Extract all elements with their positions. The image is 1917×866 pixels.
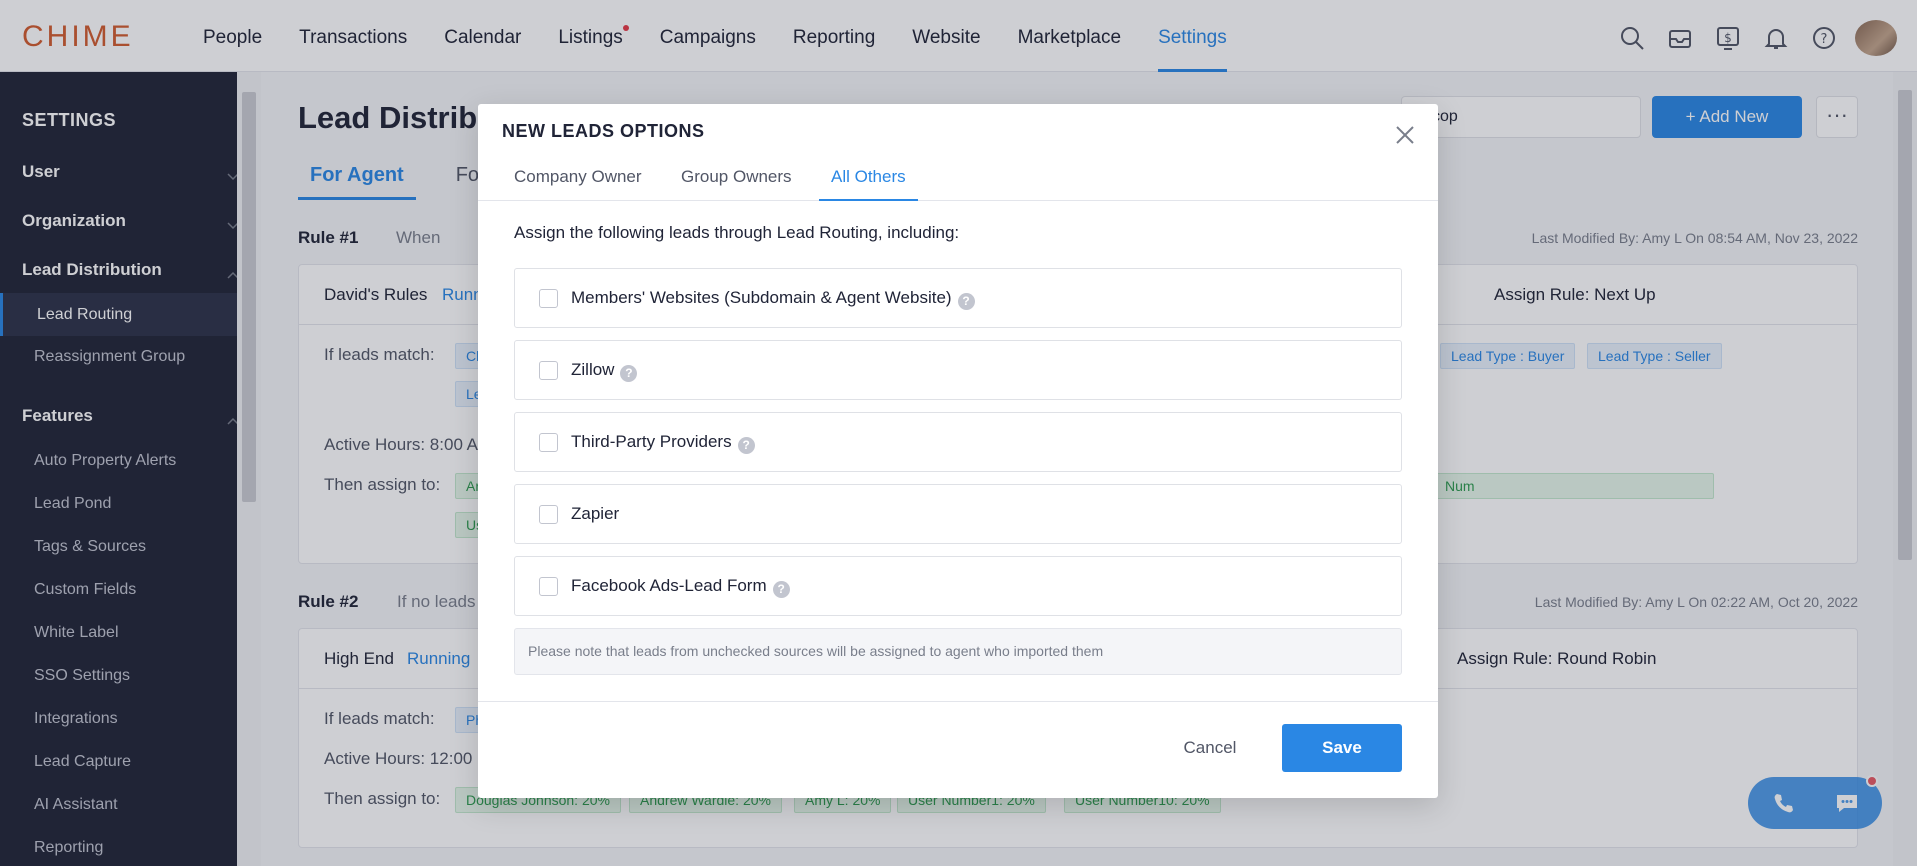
option-members-websites[interactable]: Members' Websites (Subdomain & Agent Web… [514,268,1402,328]
members-websites-checkbox[interactable] [539,289,558,308]
modal-tabs: Company Owner Group Owners All Others [478,159,1438,201]
option-third-party-providers[interactable]: Third-Party Providers? [514,412,1402,472]
option-zapier[interactable]: Zapier [514,484,1402,544]
tab-group-owners[interactable]: Group Owners [681,167,792,199]
save-button[interactable]: Save [1282,724,1402,772]
new-leads-options-modal: NEW LEADS OPTIONS Company Owner Group Ow… [478,104,1438,798]
help-icon[interactable]: ? [620,365,638,382]
option-zillow[interactable]: Zillow? [514,340,1402,400]
zapier-checkbox[interactable] [539,505,558,524]
facebook-ads-checkbox[interactable] [539,577,558,596]
option-label: Third-Party Providers? [571,432,755,454]
cancel-button[interactable]: Cancel [1168,724,1252,772]
zillow-checkbox[interactable] [539,361,558,380]
option-label: Facebook Ads-Lead Form? [571,576,790,598]
modal-footer-divider [478,701,1438,702]
help-icon[interactable]: ? [737,437,755,454]
option-label: Members' Websites (Subdomain & Agent Web… [571,288,975,310]
tab-company-owner[interactable]: Company Owner [514,167,642,199]
unchecked-sources-note: Please note that leads from unchecked so… [514,628,1402,675]
tab-all-others[interactable]: All Others [819,167,918,201]
option-label: Zapier [571,504,620,523]
help-icon[interactable]: ? [772,581,790,598]
close-icon[interactable] [1392,122,1418,148]
modal-title: NEW LEADS OPTIONS [502,121,705,141]
third-party-providers-checkbox[interactable] [539,433,558,452]
help-icon[interactable]: ? [957,293,975,310]
option-facebook-ads[interactable]: Facebook Ads-Lead Form? [514,556,1402,616]
option-label: Zillow? [571,360,638,382]
modal-intro-text: Assign the following leads through Lead … [514,223,960,242]
